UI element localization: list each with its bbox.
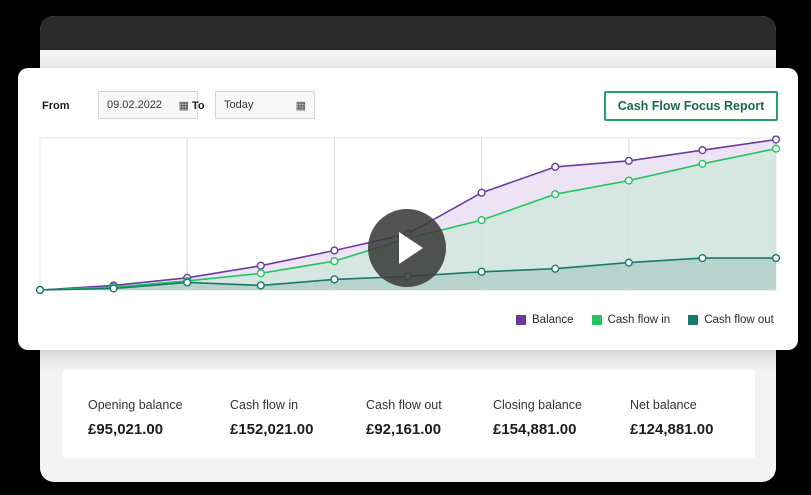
play-icon — [399, 232, 423, 264]
data-point-cash-flow-out — [256, 281, 265, 290]
data-point-cash-flow-out — [477, 267, 486, 276]
summary-label: Closing balance — [493, 398, 582, 412]
legend-item-balance: Balance — [516, 314, 574, 326]
summary-label: Net balance — [630, 398, 697, 412]
data-point-cash-flow-out — [35, 285, 45, 295]
summary-closing-balance: Closing balance £154,881.00 — [493, 398, 582, 438]
data-point-cash-flow-in — [698, 159, 707, 168]
data-point-cash-flow-out — [109, 284, 118, 293]
data-point-cash-flow-out — [698, 253, 707, 263]
summary-value: £95,021.00 — [88, 421, 164, 438]
video-play-button[interactable] — [368, 209, 446, 287]
summary-value: £92,161.00 — [366, 421, 442, 438]
data-point-balance — [330, 246, 339, 255]
data-point-balance — [624, 156, 633, 165]
legend-swatch-cash-in — [591, 315, 602, 325]
data-point-balance — [256, 261, 265, 270]
summary-value: £152,021.00 — [230, 421, 314, 438]
data-point-cash-flow-in — [256, 269, 265, 278]
data-point-balance — [477, 188, 486, 197]
chart-legend: Balance Cash flow in Cash flow out — [516, 314, 774, 326]
summary-cash-flow-in: Cash flow in £152,021.00 — [230, 398, 313, 438]
data-point-cash-flow-out — [551, 264, 560, 273]
data-point-cash-flow-out — [183, 278, 192, 287]
data-point-cash-flow-in — [551, 190, 560, 199]
data-point-balance — [551, 162, 560, 171]
summary-label: Opening balance — [88, 398, 183, 412]
window-titlebar — [40, 16, 776, 50]
summary-panel: Opening balance £95,021.00 Cash flow in … — [62, 370, 755, 458]
data-point-cash-flow-in — [477, 215, 486, 225]
data-point-balance — [771, 135, 781, 144]
data-point-cash-flow-out — [624, 258, 633, 267]
data-point-cash-flow-out — [771, 253, 781, 263]
summary-cash-flow-out: Cash flow out £92,161.00 — [366, 398, 442, 438]
data-point-cash-flow-in — [771, 144, 781, 153]
legend-label-cash-out: Cash flow out — [704, 314, 774, 326]
data-point-cash-flow-in — [330, 257, 339, 266]
summary-label: Cash flow out — [366, 398, 442, 412]
summary-opening-balance: Opening balance £95,021.00 — [88, 398, 183, 438]
legend-item-cash-in: Cash flow in — [591, 314, 671, 326]
summary-net-balance: Net balance £124,881.00 — [630, 398, 713, 438]
legend-label-cash-in: Cash flow in — [607, 314, 671, 326]
data-point-cash-flow-in — [624, 176, 633, 185]
data-point-cash-flow-out — [330, 275, 339, 284]
legend-item-cash-out: Cash flow out — [688, 314, 774, 326]
summary-value: £124,881.00 — [630, 421, 714, 438]
summary-label: Cash flow in — [230, 398, 299, 412]
legend-label-balance: Balance — [532, 314, 574, 326]
legend-swatch-cash-out — [688, 315, 699, 325]
legend-swatch-balance — [516, 315, 526, 325]
data-point-balance — [698, 146, 707, 155]
summary-value: £154,881.00 — [493, 421, 577, 438]
